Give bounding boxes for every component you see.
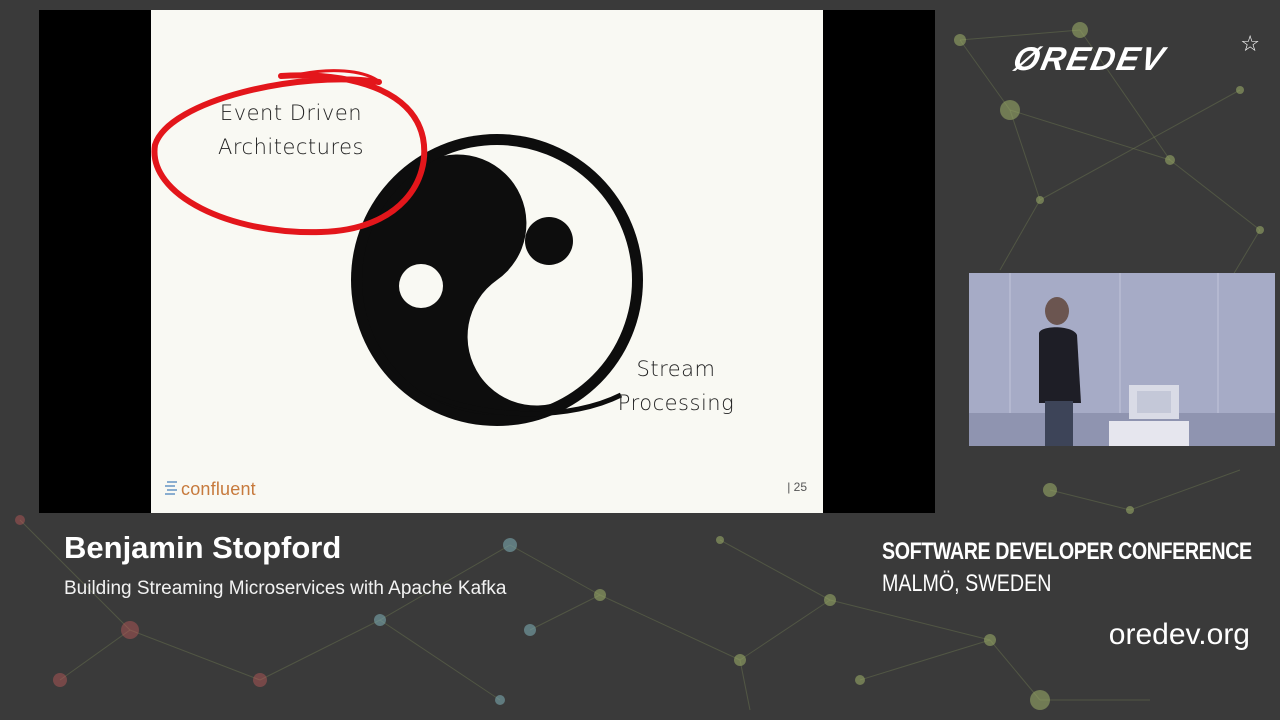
speaker-video-frame [969, 273, 1275, 446]
talk-title: Building Streaming Microservices with Ap… [64, 578, 507, 599]
label-stream-processing: Stream Processing [611, 352, 741, 420]
conference-name: SOFTWARE DEVELOPER CONFERENCE [882, 538, 1252, 565]
oredev-logo: ØREDEV ☆ [1010, 32, 1260, 86]
yin-yang-illustration [151, 69, 643, 426]
star-icon: ☆ [1240, 32, 1260, 57]
presentation-slide: Event Driven Architectures Stream Proces… [151, 10, 823, 513]
speaker-name: Benjamin Stopford [64, 530, 342, 565]
confluent-logo: confluent [165, 476, 256, 502]
label-eda-line2: Architectures [217, 135, 364, 159]
presentation-slide-frame: Event Driven Architectures Stream Proces… [39, 10, 935, 513]
confluent-brand-name: confluent [181, 478, 256, 499]
conference-website: oredev.org [1108, 618, 1250, 651]
label-sp-line2: Processing [617, 391, 735, 415]
speaker-video [969, 273, 1275, 446]
label-eda-line1: Event Driven [219, 101, 363, 125]
confluent-mark-icon [165, 481, 177, 495]
oredev-logo-text: ØREDEV [1010, 40, 1170, 77]
label-event-driven-architectures: Event Driven Architectures [211, 96, 371, 164]
label-sp-line1: Stream [636, 357, 716, 381]
conference-location: MALMÖ, SWEDEN [882, 570, 1052, 597]
slide-page-number: | 25 [787, 480, 807, 494]
